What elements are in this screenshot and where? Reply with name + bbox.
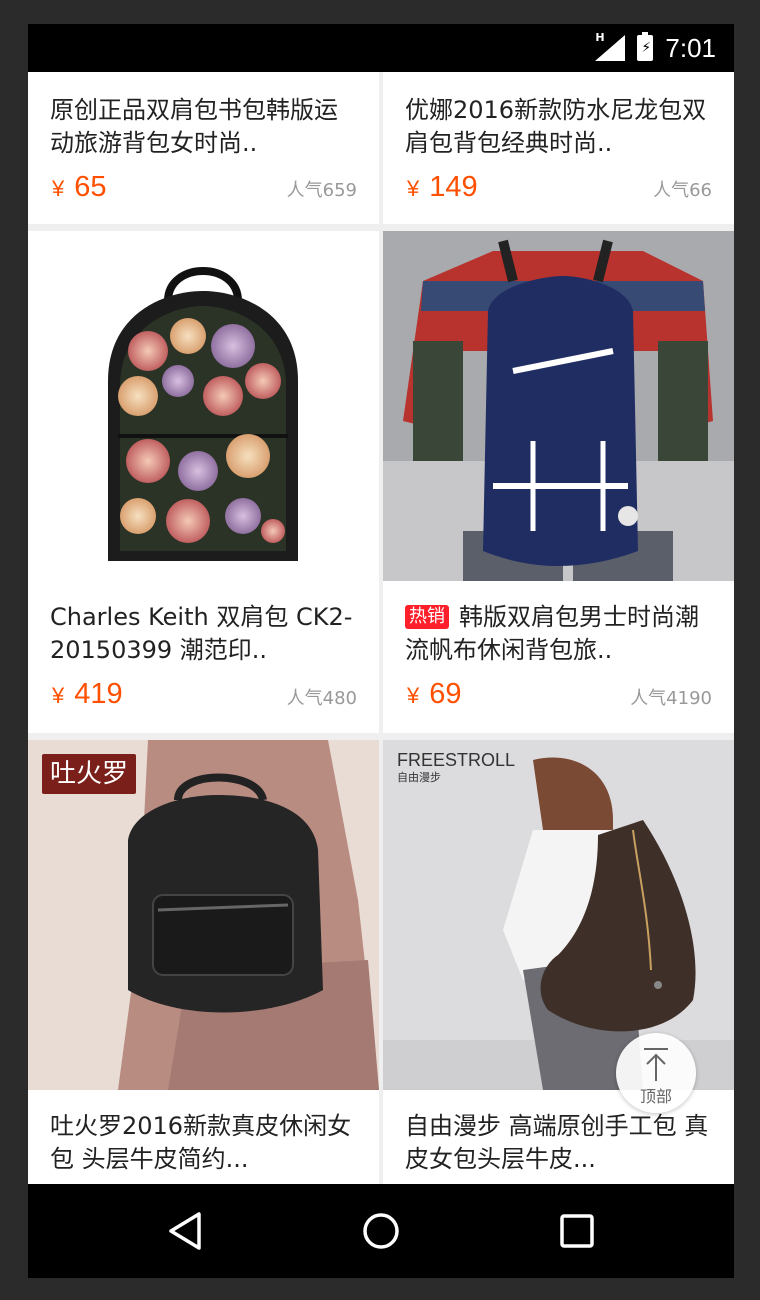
phone-screen: H ⚡ 7:01 原创正品双肩包书包韩版运动旅游背包女时尚.. ¥65 人气65… <box>28 24 734 1278</box>
popularity-count: 人气4190 <box>630 688 712 709</box>
product-card[interactable]: 吐火罗 吐火罗2016新款真皮休闲女包 头层牛皮简约... <box>28 740 379 1184</box>
brand-logo: 吐火罗 <box>42 754 137 794</box>
product-card[interactable]: FREESTROLL 自由漫步 自由漫步 高端原创手工包 真皮女包头层牛皮... <box>383 740 734 1184</box>
product-card[interactable]: 原创正品双肩包书包韩版运动旅游背包女时尚.. ¥65 人气659 <box>28 72 379 224</box>
arrow-up-icon <box>644 1048 668 1081</box>
hot-sale-badge: 热销 <box>405 605 449 629</box>
status-bar: H ⚡ 7:01 <box>28 24 734 72</box>
popularity-count: 人气66 <box>653 180 712 201</box>
product-price: ¥69 <box>407 678 462 710</box>
product-card[interactable]: 优娜2016新款防水尼龙包双肩包背包经典时尚.. ¥149 人气66 <box>383 72 734 224</box>
popularity-count: 人气480 <box>286 688 357 709</box>
navigation-bar <box>28 1184 734 1278</box>
recent-apps-icon[interactable] <box>547 1206 607 1256</box>
product-title: 吐火罗2016新款真皮休闲女包 头层牛皮简约... <box>50 1112 352 1173</box>
back-to-top-button[interactable]: 顶部 <box>616 1033 696 1113</box>
product-title: 自由漫步 高端原创手工包 真皮女包头层牛皮... <box>405 1112 709 1173</box>
product-card[interactable]: 热销 韩版双肩包男士时尚潮流帆布休闲背包旅.. ¥69 人气4190 <box>383 231 734 733</box>
product-grid: 原创正品双肩包书包韩版运动旅游背包女时尚.. ¥65 人气659 优娜2016新… <box>28 72 734 1184</box>
back-to-top-label: 顶部 <box>639 1087 672 1106</box>
product-title: 优娜2016新款防水尼龙包双肩包背包经典时尚.. <box>405 96 707 157</box>
product-image[interactable] <box>383 231 734 581</box>
brand-logo: FREESTROLL 自由漫步 <box>397 750 516 784</box>
product-price: ¥419 <box>52 678 123 710</box>
battery-charging-icon: ⚡ <box>637 32 654 61</box>
product-price: ¥149 <box>407 171 478 203</box>
product-title: 原创正品双肩包书包韩版运动旅游背包女时尚.. <box>50 96 338 157</box>
network-type: H <box>595 31 605 44</box>
product-image[interactable] <box>383 740 734 1090</box>
popularity-count: 人气659 <box>286 180 357 201</box>
product-price: ¥65 <box>52 171 107 203</box>
product-image[interactable] <box>28 231 379 581</box>
product-title: Charles Keith 双肩包 CK2-20150399 潮范印.. <box>50 603 353 664</box>
back-icon[interactable] <box>155 1206 215 1256</box>
product-title: 热销 韩版双肩包男士时尚潮流帆布休闲背包旅.. <box>405 603 699 664</box>
signal-icon: H <box>595 31 626 61</box>
home-icon[interactable] <box>351 1206 411 1256</box>
clock: 7:01 <box>665 32 716 63</box>
product-card[interactable]: Charles Keith 双肩包 CK2-20150399 潮范印.. ¥41… <box>28 231 379 733</box>
